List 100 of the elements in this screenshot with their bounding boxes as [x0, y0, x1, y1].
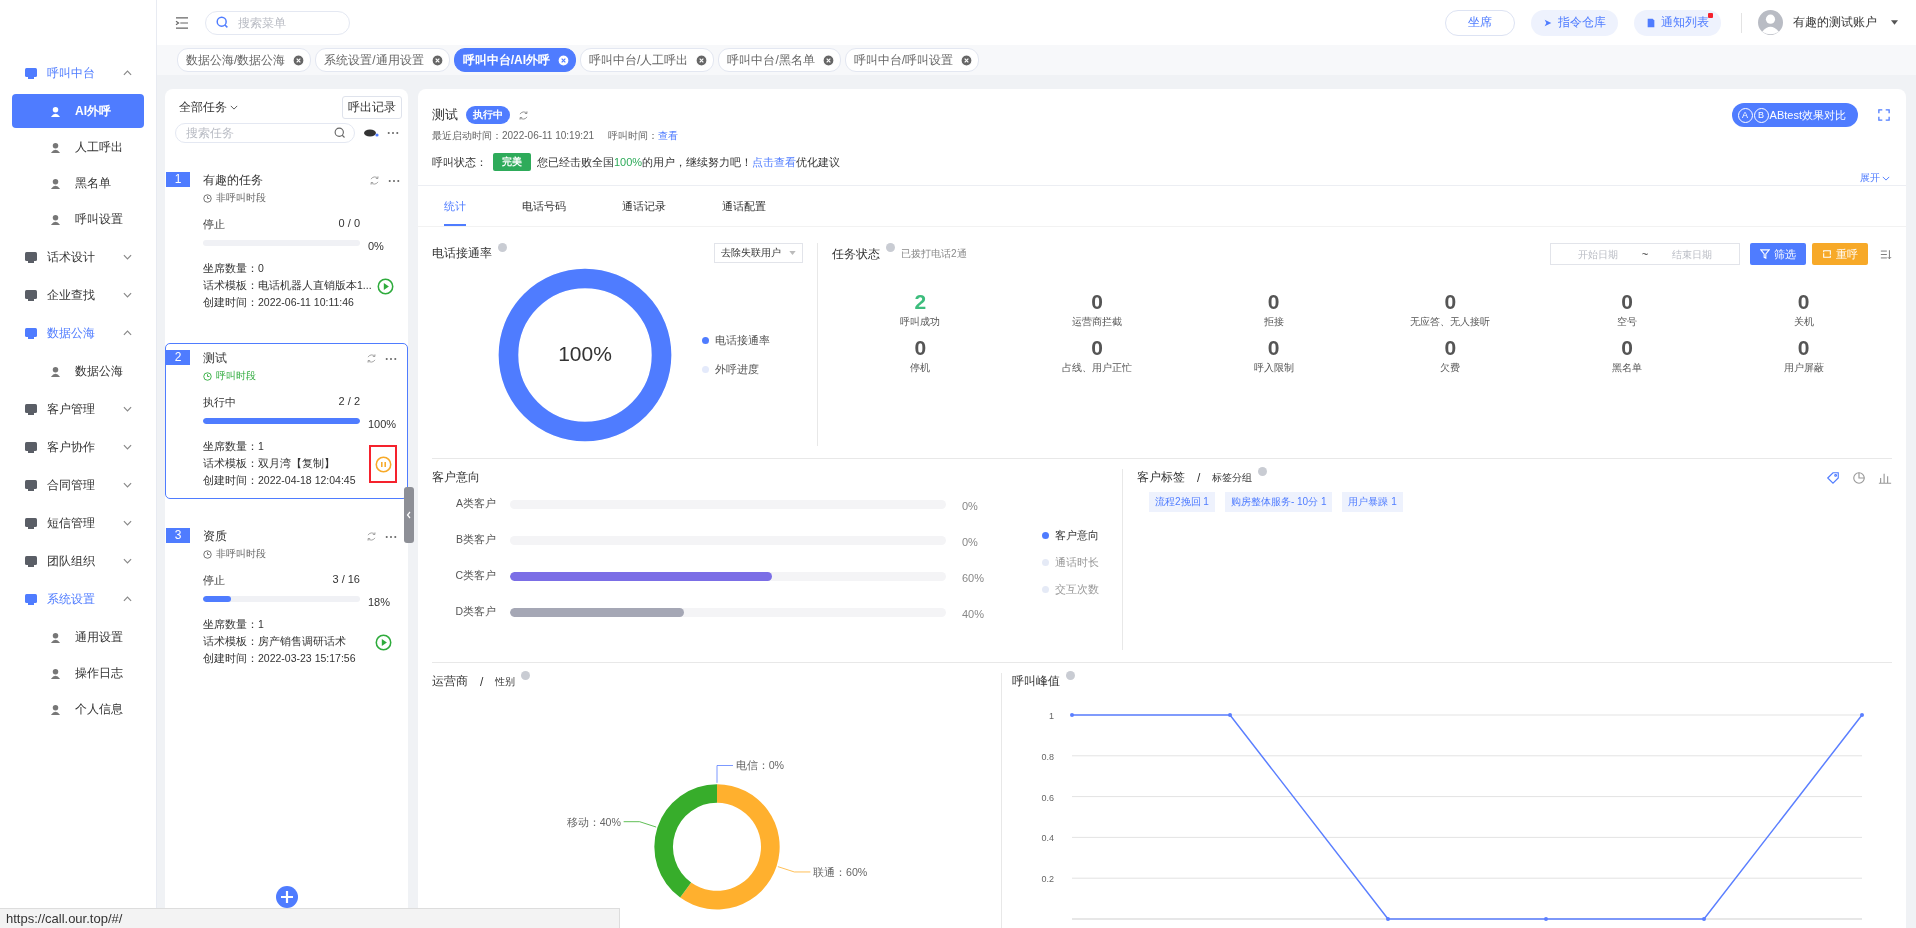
expand-link[interactable]: 展开 [1860, 171, 1890, 185]
seat-count: 坐席数量：1 [203, 618, 265, 632]
sort-icon[interactable] [1880, 248, 1892, 260]
legend-label[interactable]: 客户意向 [1055, 527, 1099, 543]
tag-chip[interactable]: 用户暴躁 1 [1342, 492, 1403, 512]
legend-label[interactable]: 外呼进度 [715, 361, 759, 377]
tab[interactable]: 电话号码 [522, 186, 566, 226]
view-link[interactable]: 查看 [658, 129, 679, 143]
stat-value: 0 [1797, 335, 1810, 361]
nav-item[interactable]: 呼叫设置 [12, 202, 144, 236]
info-icon[interactable] [886, 243, 895, 252]
subtitle-tab[interactable]: 性别 [495, 674, 516, 689]
nav-item[interactable]: 通用设置 [12, 620, 144, 654]
nav-group-item[interactable]: 合同管理 [0, 466, 156, 504]
tab[interactable]: 通话配置 [722, 186, 766, 226]
caret-icon[interactable] [230, 104, 238, 110]
page-tab[interactable]: 系统设置/通用设置 [315, 48, 450, 72]
data-point [1228, 713, 1232, 717]
refresh-icon[interactable] [366, 531, 377, 542]
page-tab[interactable]: 呼叫中台/AI外呼 [453, 48, 577, 72]
pie-chart-icon[interactable] [1852, 470, 1866, 485]
bar-label: B类客户 [455, 533, 497, 547]
nav-group-item[interactable]: 话术设计 [0, 238, 156, 276]
caret-icon[interactable] [1882, 175, 1890, 181]
nav-item[interactable]: 操作日志 [12, 656, 144, 690]
task-filter-dropdown[interactable]: 全部任务 [179, 98, 238, 116]
tab[interactable]: 统计 [444, 186, 466, 226]
nav-item[interactable]: 人工呼出 [12, 130, 144, 164]
refresh-icon[interactable] [518, 109, 529, 121]
view-link[interactable]: 点击查看 [752, 155, 797, 168]
page-tab[interactable]: 呼叫中台/呼叫设置 [844, 48, 980, 72]
page-tab[interactable]: 呼叫中台/黑名单 [718, 48, 841, 72]
call-records-button[interactable]: 呼出记录 [342, 95, 402, 119]
tag-chip[interactable]: 流程2挽回 1 [1149, 492, 1215, 512]
nav-item[interactable]: 黑名单 [12, 166, 144, 200]
user-name[interactable]: 有趣的测试账户 [1793, 14, 1877, 31]
section-title: 客户意向 [432, 470, 480, 484]
task-card[interactable]: 1 有趣的任务 非呼叫时段 停止 0 / 0 0% 坐席数量：0 话术模板：电话机器人直销版本1... 创建时间：2022-06-11 10:11:46 [165, 165, 408, 321]
more-icon[interactable] [385, 356, 397, 361]
stat-label: 拒接 [1263, 315, 1284, 329]
collapse-menu-icon[interactable] [175, 16, 189, 29]
info-icon[interactable] [498, 243, 507, 252]
avatar-icon[interactable] [1758, 10, 1783, 35]
search-field[interactable]: 搜索菜单 [205, 10, 350, 35]
refresh-icon[interactable] [368, 175, 380, 186]
legend-label[interactable]: 电话接通率 [715, 332, 770, 348]
clock-icon [203, 549, 212, 559]
nav-group-item[interactable]: 数据公海 [0, 314, 156, 352]
page-tab[interactable]: 呼叫中台/人工呼出 [580, 48, 715, 72]
tag-chip[interactable]: 购房整体服务- 10分 1 [1224, 492, 1333, 512]
toolbar-button[interactable]: 指令仓库 [1531, 9, 1618, 36]
info-icon[interactable] [1258, 467, 1268, 476]
close-icon[interactable] [558, 54, 570, 66]
play-icon[interactable] [377, 277, 395, 295]
info-icon[interactable] [521, 671, 531, 680]
toolbar-button[interactable]: 通知列表 [1634, 9, 1721, 36]
tag-icon[interactable] [1826, 470, 1840, 485]
filter-button[interactable]: 筛选 [1750, 243, 1806, 265]
nav-item[interactable]: AI外呼 [12, 94, 144, 128]
chevron-icon [123, 482, 132, 488]
play-icon[interactable] [374, 633, 392, 651]
created-time: 创建时间：2022-04-18 12:04:45 [203, 474, 357, 488]
collapse-handle[interactable] [404, 487, 414, 543]
stat-label: 呼入限制 [1253, 361, 1294, 375]
task-card[interactable]: 2 测试 呼叫时段 执行中 2 / 2 100% 坐席数量：1 话术模板：双月湾【复制】 创建时间：2022-04-18 12:04:45 [165, 343, 408, 499]
nav-group-item[interactable]: 客户管理 [0, 390, 156, 428]
nav-group-item[interactable]: 团队组织 [0, 542, 156, 580]
call-time-label: 呼叫时间： [608, 129, 659, 143]
refresh-icon[interactable] [366, 353, 377, 364]
filter-dropdown[interactable]: 去除失联用户 [714, 243, 803, 263]
nav-group-item[interactable]: 企业查找 [0, 276, 156, 314]
task-card[interactable]: 3 资质 非呼叫时段 停止 3 / 16 18% 坐席数量：1 话术模板：房产销售调研话术 创建时间：2022-03-23 15:17:56 [165, 521, 408, 677]
nav-group-item[interactable]: 客户协作 [0, 428, 156, 466]
task-count: 3 / 16 [332, 573, 360, 587]
stat-label: 占线、用户正忙 [1062, 361, 1132, 375]
donut-center-value: 100% [557, 341, 613, 366]
search-field[interactable]: 搜索任务 [175, 123, 355, 143]
abtest-button[interactable]: A B ABtest效果对比 [1731, 103, 1858, 127]
info-icon[interactable] [1066, 671, 1075, 680]
nav-item[interactable]: 数据公海 [12, 354, 144, 388]
more-icon[interactable] [387, 178, 400, 183]
nav-item[interactable]: 个人信息 [12, 692, 144, 726]
section-title: 任务状态 [832, 245, 880, 263]
caret-icon[interactable] [1891, 20, 1898, 25]
add-task-button[interactable] [275, 886, 298, 908]
call-period-label: 非呼叫时段 [216, 191, 266, 205]
pause-icon[interactable] [374, 455, 392, 473]
fullscreen-icon[interactable] [1878, 109, 1890, 121]
more-icon[interactable] [387, 131, 399, 135]
nav-group-item[interactable]: 系统设置 [0, 580, 156, 618]
more-icon[interactable] [385, 534, 397, 539]
chevron-icon [123, 330, 132, 336]
axis-tick-label: 1 [1049, 711, 1054, 721]
nav-group-item[interactable]: 呼叫中台 [0, 54, 156, 92]
toolbar-button[interactable]: 坐席 [1445, 9, 1515, 36]
dropdown-arrow-icon[interactable] [789, 251, 796, 255]
tab[interactable]: 通话记录 [622, 186, 666, 226]
subtitle-tab[interactable]: 标签分组 [1212, 470, 1253, 485]
page-tab[interactable]: 数据公海/数据公海 [177, 48, 312, 72]
nav-group-item[interactable]: 短信管理 [0, 504, 156, 542]
